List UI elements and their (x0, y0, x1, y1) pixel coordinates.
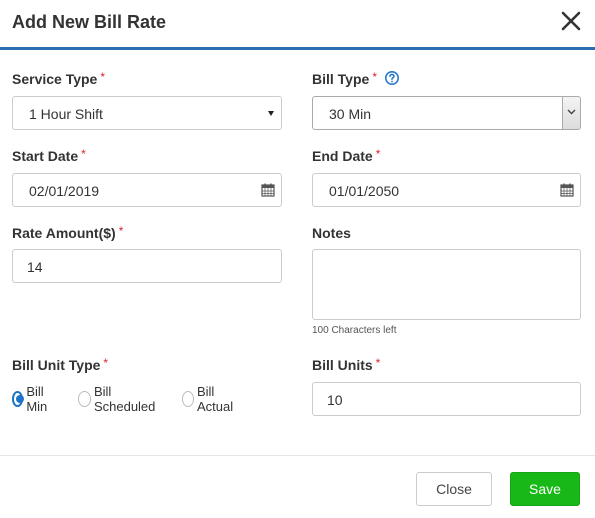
radio-unselected-icon[interactable] (78, 391, 91, 407)
radio-bill-scheduled[interactable]: Bill Scheduled (78, 384, 158, 414)
service-type-value: 1 Hour Shift (29, 106, 103, 122)
radio-label: Bill Scheduled (93, 384, 156, 414)
start-date-value: 02/01/2019 (29, 183, 100, 199)
end-date-label: End Date * (312, 147, 381, 164)
bill-type-value: 30 Min (329, 106, 372, 122)
close-button[interactable]: Close (416, 472, 492, 506)
notes-textarea[interactable] (312, 249, 581, 320)
required-marker: * (375, 147, 381, 161)
start-date-input[interactable]: 02/01/2019 (12, 173, 282, 207)
dialog-title: Add New Bill Rate (12, 12, 167, 32)
end-date-input[interactable]: 01/01/2050 (312, 173, 581, 207)
radio-label: Bill Min (26, 384, 48, 414)
close-icon[interactable] (559, 9, 583, 33)
required-marker: * (81, 147, 86, 161)
chevron-down-icon (567, 109, 576, 115)
calendar-icon[interactable] (560, 183, 574, 197)
radio-bill-min[interactable]: Bill Min (12, 384, 52, 414)
calendar-icon[interactable] (261, 183, 275, 197)
bill-type-select[interactable]: 30 Min (312, 96, 581, 130)
bill-units-value: 10 (327, 392, 343, 408)
radio-label: Bill Actual (196, 384, 234, 414)
bill-unit-type-label: Bill Unit Type * (12, 356, 109, 373)
save-button[interactable]: Save (510, 472, 580, 506)
notes-label: Notes (312, 225, 351, 241)
required-marker: * (375, 356, 381, 370)
bill-type-label: Bill Type * (312, 70, 377, 87)
dropdown-button[interactable] (562, 97, 580, 129)
radio-bill-actual[interactable]: Bill Actual (182, 384, 237, 414)
radio-unselected-icon[interactable] (182, 391, 194, 407)
service-type-select[interactable]: 1 Hour Shift (12, 96, 282, 130)
dialog-header: Add New Bill Rate (0, 0, 595, 50)
rate-amount-input[interactable]: 14 (12, 249, 282, 283)
end-date-value: 01/01/2050 (329, 183, 400, 199)
radio-selected-icon[interactable] (12, 391, 25, 407)
dropdown-arrow-icon (268, 111, 274, 116)
bill-units-label: Bill Units * (312, 356, 381, 373)
required-marker: * (118, 224, 124, 238)
footer-divider (0, 455, 595, 456)
required-marker: * (372, 70, 377, 84)
required-marker: * (103, 356, 109, 370)
help-circle-icon[interactable] (385, 71, 399, 85)
bill-units-input[interactable]: 10 (312, 382, 581, 416)
required-marker: * (100, 70, 106, 84)
start-date-label: Start Date * (12, 147, 86, 164)
rate-amount-value: 14 (27, 259, 43, 275)
rate-amount-label: Rate Amount($) * (12, 224, 124, 241)
service-type-label: Service Type * (12, 70, 106, 87)
notes-characters-left: 100 Characters left (312, 325, 397, 336)
